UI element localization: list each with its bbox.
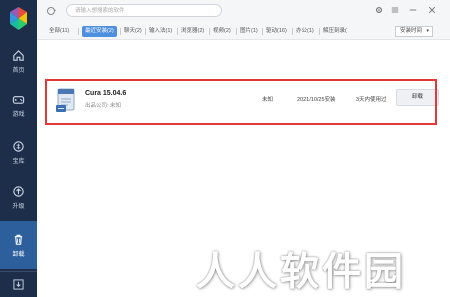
tab-recent[interactable]: 最近安装(2) xyxy=(82,26,117,37)
watermark: 人人软件园 xyxy=(196,250,407,295)
tab-chat[interactable]: 聊天(2) xyxy=(124,26,142,37)
tab-archive[interactable]: 解压刻录( xyxy=(323,26,347,37)
highlight-box xyxy=(45,79,437,125)
sort-select[interactable]: 安装时间 ▾ xyxy=(395,26,433,37)
tab-divider xyxy=(145,28,146,35)
menu-icon[interactable] xyxy=(390,5,400,15)
sidebar-item-treasure[interactable]: 宝库 xyxy=(0,131,37,173)
download-manager-button[interactable] xyxy=(0,271,37,297)
tab-driver[interactable]: 驱动(16) xyxy=(266,26,287,37)
refresh-icon[interactable] xyxy=(46,6,56,16)
category-tabs: 全部(11) 最近安装(2) 聊天(2) 输入法(1) 浏览器(2) 视频(2)… xyxy=(37,22,450,40)
top-bar xyxy=(37,0,450,22)
tab-divider xyxy=(236,28,237,35)
sidebar-item-label: 升级 xyxy=(12,203,25,210)
sidebar-item-label: 宝库 xyxy=(12,158,25,165)
search-input[interactable] xyxy=(66,4,222,17)
minimize-icon[interactable] xyxy=(408,5,418,15)
app-logo xyxy=(4,4,33,33)
sidebar-item-upgrade[interactable]: 升级 xyxy=(0,176,37,218)
tab-image[interactable]: 图片(1) xyxy=(240,26,258,37)
tab-divider xyxy=(120,28,121,35)
tab-divider xyxy=(292,28,293,35)
tab-video[interactable]: 视频(2) xyxy=(213,26,231,37)
upgrade-icon xyxy=(13,185,24,197)
download-icon xyxy=(13,279,24,290)
sidebar-item-home[interactable]: 首页 xyxy=(0,40,37,82)
sidebar: 首页 游戏 宝库 升级 卸载 xyxy=(0,0,37,297)
sidebar-item-uninstall[interactable]: 卸载 xyxy=(0,221,37,269)
tab-divider xyxy=(177,28,178,35)
tab-input-method[interactable]: 输入法(1) xyxy=(149,26,172,37)
sidebar-item-games[interactable]: 游戏 xyxy=(0,84,37,126)
chevron-down-icon: ▾ xyxy=(426,28,429,34)
tab-divider xyxy=(78,28,79,35)
trash-icon xyxy=(14,234,23,245)
tab-browser[interactable]: 浏览器(2) xyxy=(181,26,204,37)
sidebar-item-label: 游戏 xyxy=(12,111,25,118)
tab-all[interactable]: 全部(11) xyxy=(49,26,69,37)
sidebar-item-label: 首页 xyxy=(12,67,25,74)
settings-icon[interactable] xyxy=(374,5,384,15)
sidebar-item-label: 卸载 xyxy=(12,251,25,258)
close-icon[interactable] xyxy=(427,5,437,15)
tab-divider xyxy=(319,28,320,35)
tab-office[interactable]: 办公(1) xyxy=(296,26,314,37)
sort-select-value: 安装时间 xyxy=(400,28,423,34)
treasure-icon xyxy=(13,140,24,152)
tab-divider xyxy=(209,28,210,35)
home-icon xyxy=(13,49,24,61)
tab-divider xyxy=(262,28,263,35)
gamepad-icon xyxy=(12,95,25,104)
